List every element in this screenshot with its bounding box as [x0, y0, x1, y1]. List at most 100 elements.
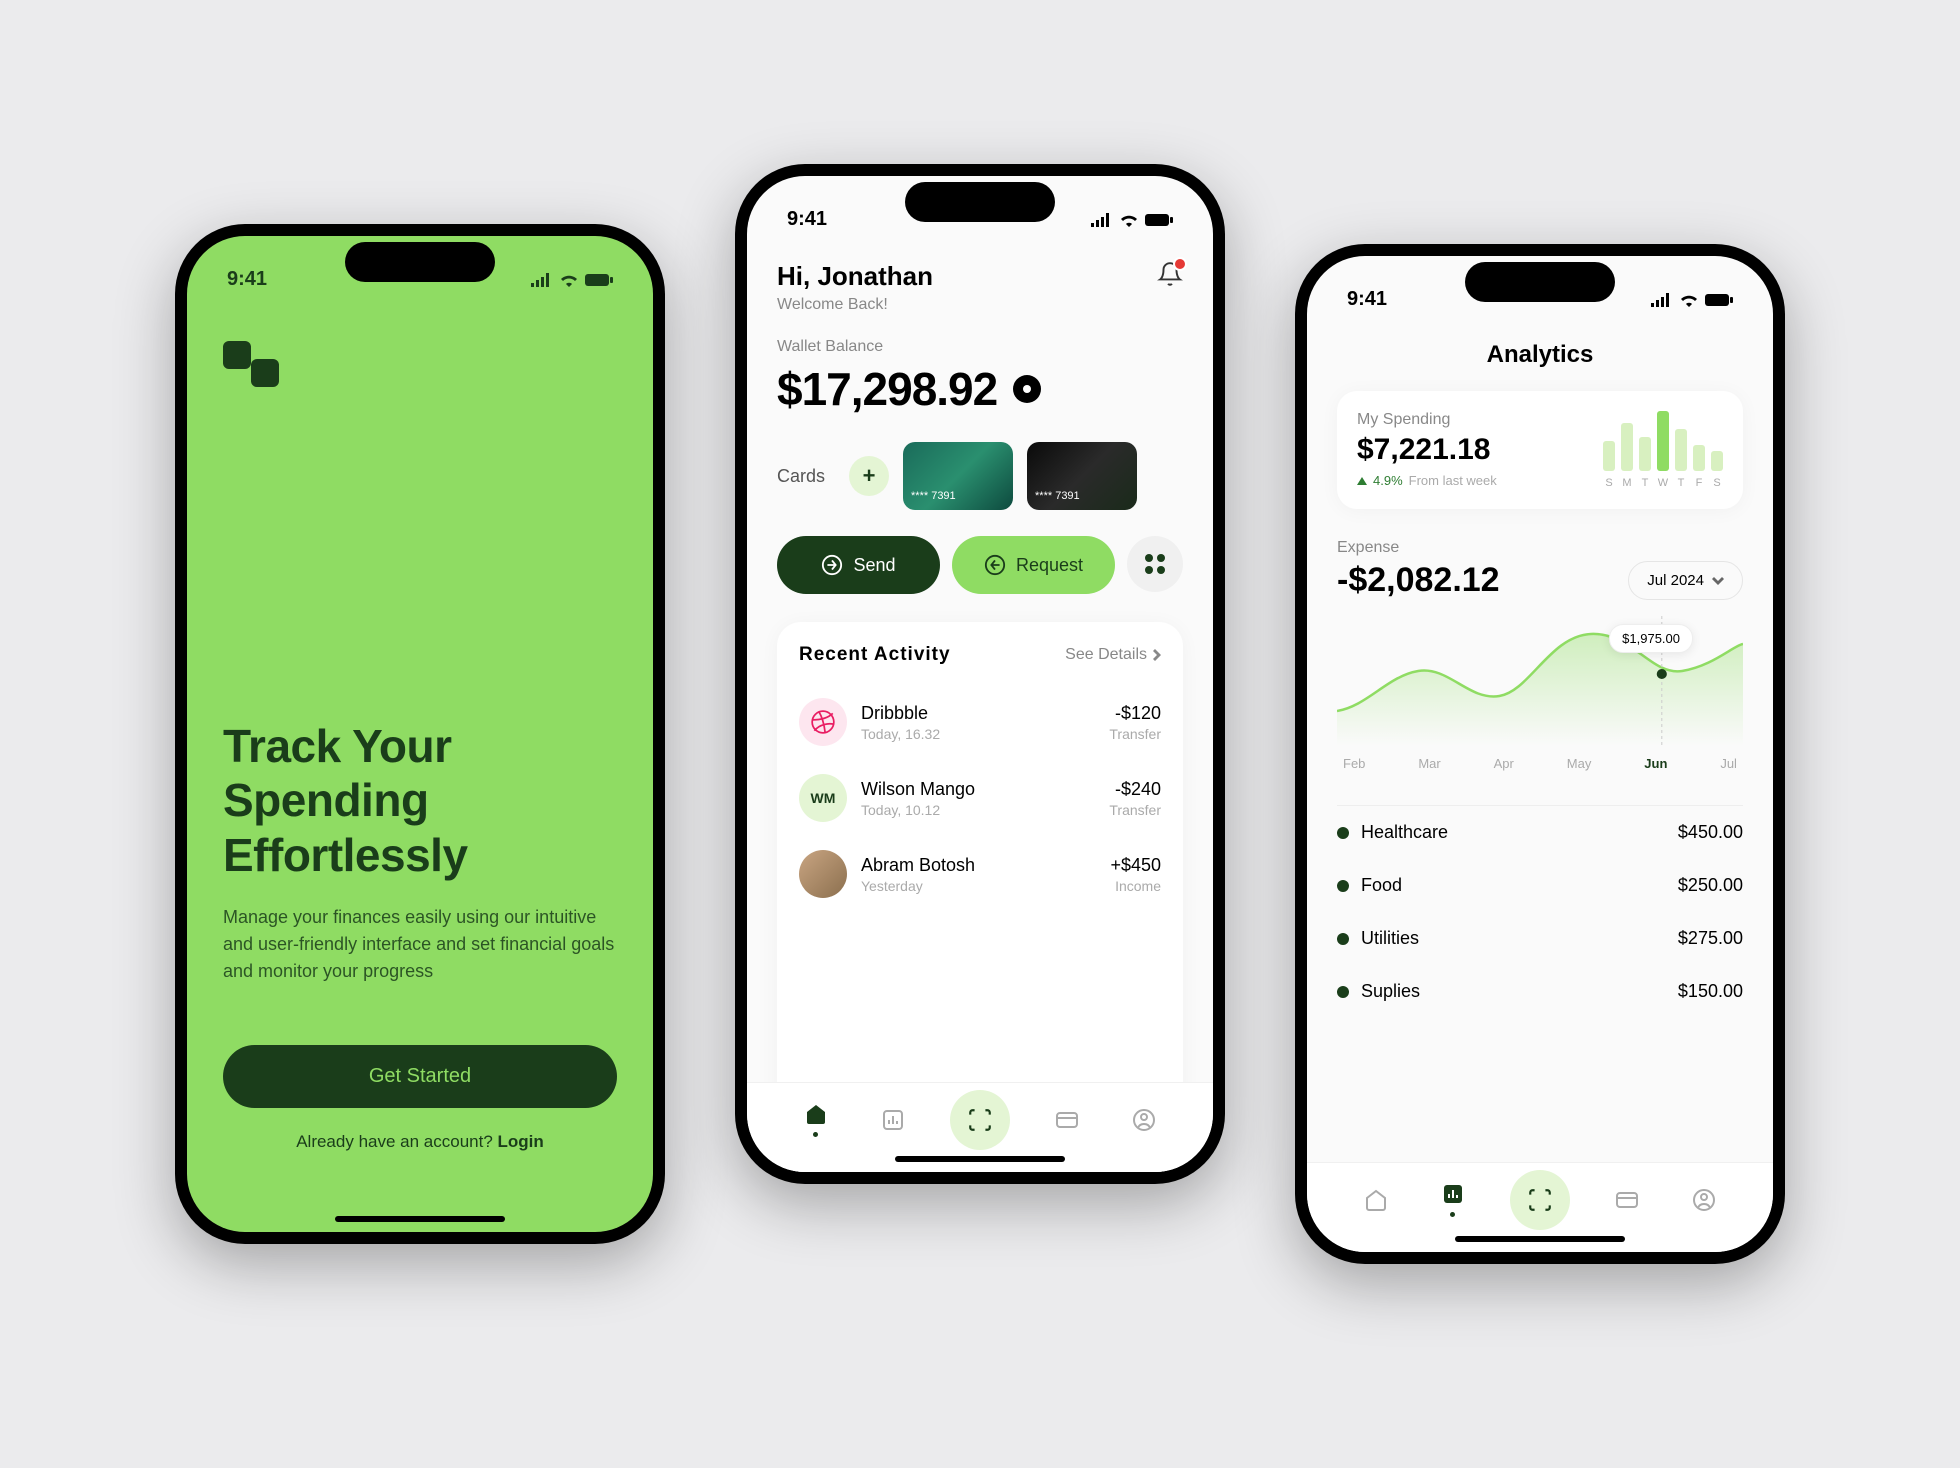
wifi-icon — [1119, 213, 1139, 227]
category-dot — [1337, 986, 1349, 998]
day-label: S — [1603, 477, 1615, 489]
status-icons — [531, 273, 613, 287]
chart-month-label[interactable]: May — [1567, 756, 1592, 771]
tab-cards[interactable] — [1047, 1108, 1087, 1132]
chart-icon — [1441, 1182, 1465, 1206]
balance-amount: $17,298.92 — [777, 362, 997, 416]
activity-item[interactable]: Abram Botosh Yesterday +$450 Income — [799, 836, 1161, 912]
onboarding-title: Track Your Spending Effortlessly — [223, 719, 617, 882]
activity-type: Transfer — [1109, 726, 1161, 742]
expense-value: -$2,082.12 — [1337, 561, 1500, 600]
scan-icon — [1527, 1187, 1553, 1213]
add-card-button[interactable] — [849, 456, 889, 496]
day-label: M — [1621, 477, 1633, 489]
activity-item[interactable]: WM Wilson Mango Today, 10.12 -$240 Trans… — [799, 760, 1161, 836]
activity-time: Today, 10.12 — [861, 802, 1095, 818]
tab-home[interactable] — [1356, 1188, 1396, 1212]
tab-profile[interactable] — [1124, 1108, 1164, 1132]
activity-name: Dribbble — [861, 703, 1095, 724]
greeting-subtitle: Welcome Back! — [777, 296, 933, 314]
card-dark[interactable]: **** 7391 — [1027, 442, 1137, 510]
balance-label: Wallet Balance — [777, 338, 1183, 356]
spending-delta-pct: 4.9% — [1373, 473, 1403, 488]
chart-month-label[interactable]: Jun — [1644, 756, 1667, 771]
caret-up-icon — [1357, 477, 1367, 485]
phone-analytics: 9:41 Analytics My Spending $7,221.18 4.9… — [1295, 244, 1785, 1264]
category-dot — [1337, 827, 1349, 839]
home-indicator — [1455, 1236, 1625, 1242]
activity-name: Wilson Mango — [861, 779, 1095, 800]
app-logo — [223, 341, 279, 387]
user-icon — [1692, 1188, 1716, 1212]
see-details-link[interactable]: See Details — [1065, 646, 1161, 664]
expense-list: Healthcare $450.00 Food$250.00Utilities$27… — [1337, 805, 1743, 1018]
tab-cards[interactable] — [1607, 1188, 1647, 1212]
category-name: Suplies — [1361, 981, 1420, 1002]
signal-icon — [1651, 293, 1673, 307]
home-indicator — [335, 1216, 505, 1222]
send-icon — [821, 554, 843, 576]
card-teal[interactable]: **** 7391 — [903, 442, 1013, 510]
expense-item[interactable]: Utilities$275.00 — [1337, 912, 1743, 965]
tab-analytics[interactable] — [1433, 1182, 1473, 1217]
login-link[interactable]: Login — [498, 1132, 544, 1151]
tab-scan[interactable] — [950, 1090, 1010, 1150]
chart-month-label[interactable]: Mar — [1418, 756, 1440, 771]
activity-time: Today, 16.32 — [861, 726, 1095, 742]
day-label: S — [1711, 477, 1723, 489]
toggle-visibility-button[interactable] — [1013, 375, 1041, 403]
get-started-button[interactable]: Get Started — [223, 1045, 617, 1108]
expense-item[interactable]: Food$250.00 — [1337, 859, 1743, 912]
notification-button[interactable] — [1157, 261, 1183, 292]
expense-chart: $1,975.00 — [1337, 616, 1743, 746]
send-button[interactable]: Send — [777, 536, 940, 594]
expense-label: Expense — [1337, 539, 1500, 557]
avatar-initials: WM — [799, 774, 847, 822]
status-time: 9:41 — [227, 268, 267, 291]
card-icon — [1615, 1188, 1639, 1212]
home-icon — [1364, 1188, 1388, 1212]
category-name: Utilities — [1361, 928, 1419, 949]
day-label: T — [1639, 477, 1651, 489]
tab-analytics[interactable] — [873, 1108, 913, 1132]
notch — [345, 242, 495, 282]
spending-card: My Spending $7,221.18 4.9% From last wee… — [1337, 391, 1743, 509]
category-amount: $450.00 — [1678, 822, 1743, 843]
activity-type: Transfer — [1109, 802, 1161, 818]
more-actions-button[interactable] — [1127, 536, 1183, 592]
chart-month-label[interactable]: Apr — [1494, 756, 1514, 771]
expense-item[interactable]: Suplies $150.00 — [1337, 965, 1743, 1018]
category-dot — [1337, 880, 1349, 892]
chart-month-label[interactable]: Jul — [1720, 756, 1737, 771]
activity-time: Yesterday — [861, 878, 1096, 894]
cards-label: Cards — [777, 466, 825, 487]
notch — [905, 182, 1055, 222]
battery-icon — [585, 273, 613, 287]
tab-profile[interactable] — [1684, 1188, 1724, 1212]
request-button[interactable]: Request — [952, 536, 1115, 594]
chevron-down-icon — [1712, 577, 1724, 585]
chart-month-label[interactable]: Feb — [1343, 756, 1365, 771]
request-icon — [984, 554, 1006, 576]
spending-value: $7,221.18 — [1357, 433, 1497, 467]
phone-home: 9:41 Hi, Jonathan Welcome Back! Wallet B… — [735, 164, 1225, 1184]
activity-item[interactable]: Dribbble Today, 16.32 -$120 Transfer — [799, 684, 1161, 760]
category-name: Healthcare — [1361, 822, 1448, 843]
user-icon — [1132, 1108, 1156, 1132]
battery-icon — [1145, 213, 1173, 227]
activity-amount: -$120 — [1109, 703, 1161, 724]
chart-x-axis: Feb Mar Apr May Jun Jul — [1337, 756, 1743, 771]
phone-onboarding: 9:41 Track Your Spending Effortlessly Ma… — [175, 224, 665, 1244]
month-selector[interactable]: Jul 2024 — [1628, 561, 1743, 600]
expense-item[interactable]: Healthcare $450.00 — [1337, 806, 1743, 859]
tab-scan[interactable] — [1510, 1170, 1570, 1230]
day-label: W — [1657, 477, 1669, 489]
category-amount: $150.00 — [1678, 981, 1743, 1002]
mini-bar — [1621, 423, 1633, 471]
home-indicator — [895, 1156, 1065, 1162]
tab-home[interactable] — [796, 1102, 836, 1137]
day-label: F — [1693, 477, 1705, 489]
status-icons — [1091, 213, 1173, 227]
activity-type: Income — [1110, 878, 1161, 894]
dribbble-icon — [799, 698, 847, 746]
